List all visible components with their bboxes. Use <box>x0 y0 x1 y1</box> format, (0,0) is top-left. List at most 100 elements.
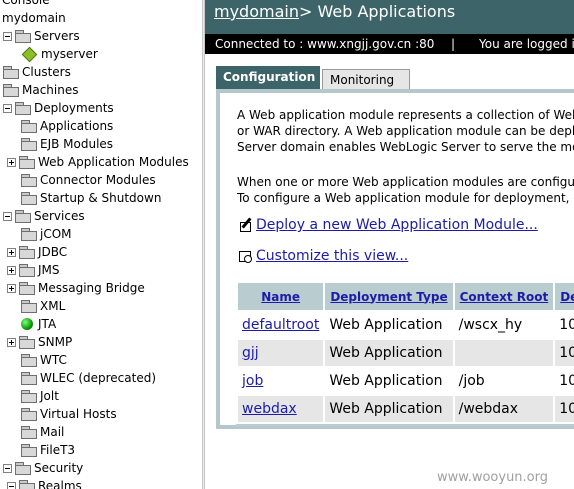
tree-item-label: JMS <box>38 263 60 277</box>
deployment-type-cell: Web Application <box>323 310 455 340</box>
tree-item-label: myserver <box>41 47 98 61</box>
tree-item[interactable]: myserver <box>21 46 98 62</box>
folder-icon <box>21 426 37 439</box>
tree-item[interactable]: Clusters <box>3 64 71 80</box>
tree-item[interactable]: WTC <box>21 352 67 368</box>
tree-item-label: mydomain <box>2 11 66 25</box>
app-name-link[interactable]: defaultroot <box>242 317 319 333</box>
tree-item-label: Machines <box>22 83 79 97</box>
tree-item-label: Connector Modules <box>40 173 156 187</box>
tree-item[interactable]: XML <box>21 298 65 314</box>
navigation-tree: Console mydomain Servers myserver Clusters Ma… <box>0 0 202 489</box>
app-name-link[interactable]: webdax <box>242 401 297 417</box>
tree-item-label: SNMP <box>38 335 73 349</box>
tree-item[interactable]: Messaging Bridge <box>7 280 145 296</box>
column-header-name[interactable]: Name <box>235 283 326 312</box>
tree-item[interactable]: Security <box>3 460 83 476</box>
tree-item-label: XML <box>40 299 66 313</box>
tree-item[interactable]: Realms <box>7 478 82 489</box>
folder-icon <box>19 480 35 489</box>
table-row: webdax Web Application/webdax100 <box>235 394 574 424</box>
tree-item[interactable]: Deployments <box>3 100 114 116</box>
tree-item[interactable]: Machines <box>3 82 78 98</box>
tree-item-label: Services <box>34 209 85 223</box>
tab-monitoring[interactable]: Monitoring <box>322 69 410 89</box>
expand-icon[interactable] <box>7 337 16 347</box>
tree-item-label: Clusters <box>22 65 71 79</box>
customize-action: Customize this view... <box>239 248 408 264</box>
tree-item[interactable]: Virtual Hosts <box>21 406 117 422</box>
app-name-link[interactable]: gjj <box>242 345 259 361</box>
collapse-icon[interactable] <box>3 463 12 473</box>
tree-item-label: Startup & Shutdown <box>40 191 162 205</box>
app-name-cell: defaultroot <box>235 310 326 340</box>
table-row: job Web Application/job100 <box>235 366 574 396</box>
app-name-cell: webdax <box>235 394 326 424</box>
tree-item[interactable]: Services <box>3 208 85 224</box>
tree-item[interactable]: SNMP <box>7 334 72 350</box>
expand-icon[interactable] <box>7 283 16 293</box>
description-line: A Web application module represents a co… <box>237 108 574 122</box>
tree-item[interactable]: EJB Modules <box>21 136 113 152</box>
tree-item[interactable]: Connector Modules <box>21 172 156 188</box>
tree-item[interactable]: Servers <box>3 28 80 44</box>
description-line: Server domain enables WebLogic Server to… <box>237 140 574 154</box>
folder-icon <box>21 372 37 385</box>
table-header-row: Name Deployment Type Context Root Deplo <box>235 283 574 312</box>
deploy-new-module-link[interactable]: Deploy a new Web Application Module... <box>256 217 538 233</box>
expand-icon[interactable] <box>7 157 16 167</box>
breadcrumb-domain-link[interactable]: mydomain <box>214 2 299 21</box>
tab-configuration[interactable]: Configuration <box>216 66 320 89</box>
tree-item[interactable]: mydomain <box>2 10 66 26</box>
expand-icon[interactable] <box>7 247 16 257</box>
collapse-icon[interactable] <box>3 103 12 113</box>
folder-icon <box>3 84 19 97</box>
tree-item[interactable]: JTA <box>21 316 56 332</box>
folder-icon <box>15 462 31 475</box>
expand-icon[interactable] <box>7 265 16 275</box>
folder-icon <box>21 192 37 205</box>
collapse-icon[interactable] <box>7 481 16 489</box>
tree-item[interactable]: Mail <box>21 424 64 440</box>
column-header-deployment[interactable]: Deplo <box>553 283 574 312</box>
column-header-context-root[interactable]: Context Root <box>452 283 556 312</box>
description-line: or WAR directory. A Web application modu… <box>237 124 574 138</box>
tree-item[interactable]: Console <box>2 0 50 8</box>
connection-separator: | <box>451 37 456 51</box>
tree-item[interactable]: Jolt <box>21 388 59 404</box>
deploy-action: Deploy a new Web Application Module... <box>239 217 538 233</box>
connection-info: Connected to : www.xngjj.gov.cn :80 <box>215 37 435 51</box>
tree-item[interactable]: Applications <box>21 118 113 134</box>
folder-icon <box>21 300 37 313</box>
tree-item[interactable]: JDBC <box>7 244 67 260</box>
collapse-icon[interactable] <box>3 211 12 221</box>
page-header: mydomain> Web Applications <box>205 0 574 34</box>
tree-item[interactable]: WLEC (deprecated) <box>21 370 156 386</box>
tree-item-label: Messaging Bridge <box>38 281 145 295</box>
tree-item[interactable]: jCOM <box>21 226 72 242</box>
table-frame: Name Deployment Type Context Root Deplo … <box>235 283 574 427</box>
tree-item[interactable]: JMS <box>7 262 60 278</box>
status-ball-icon <box>21 318 33 330</box>
page-title: mydomain> Web Applications <box>214 2 455 21</box>
context-root-cell <box>452 338 556 368</box>
tree-item[interactable]: Startup & Shutdown <box>21 190 161 206</box>
app-name-link[interactable]: job <box>242 373 263 389</box>
tree-item[interactable]: Web Application Modules <box>7 154 189 170</box>
deployment-order-cell: 100 <box>553 366 574 396</box>
collapse-icon[interactable] <box>3 31 12 41</box>
customize-view-link[interactable]: Customize this view... <box>256 248 408 264</box>
tree-item-label: Applications <box>40 119 114 133</box>
tree-item-label: Jolt <box>40 389 59 403</box>
tree-item-label: Virtual Hosts <box>40 407 117 421</box>
deployment-type-cell: Web Application <box>323 366 455 396</box>
tree-item-label: Console <box>2 0 50 7</box>
folder-icon <box>21 138 37 151</box>
pencil-icon <box>239 218 253 232</box>
folder-icon <box>21 120 37 133</box>
context-root-cell: /webdax <box>452 394 556 424</box>
app-name-cell: job <box>235 366 326 396</box>
folder-icon <box>21 390 37 403</box>
tree-item[interactable]: FileT3 <box>21 442 75 458</box>
column-header-deployment-type[interactable]: Deployment Type <box>323 283 455 312</box>
